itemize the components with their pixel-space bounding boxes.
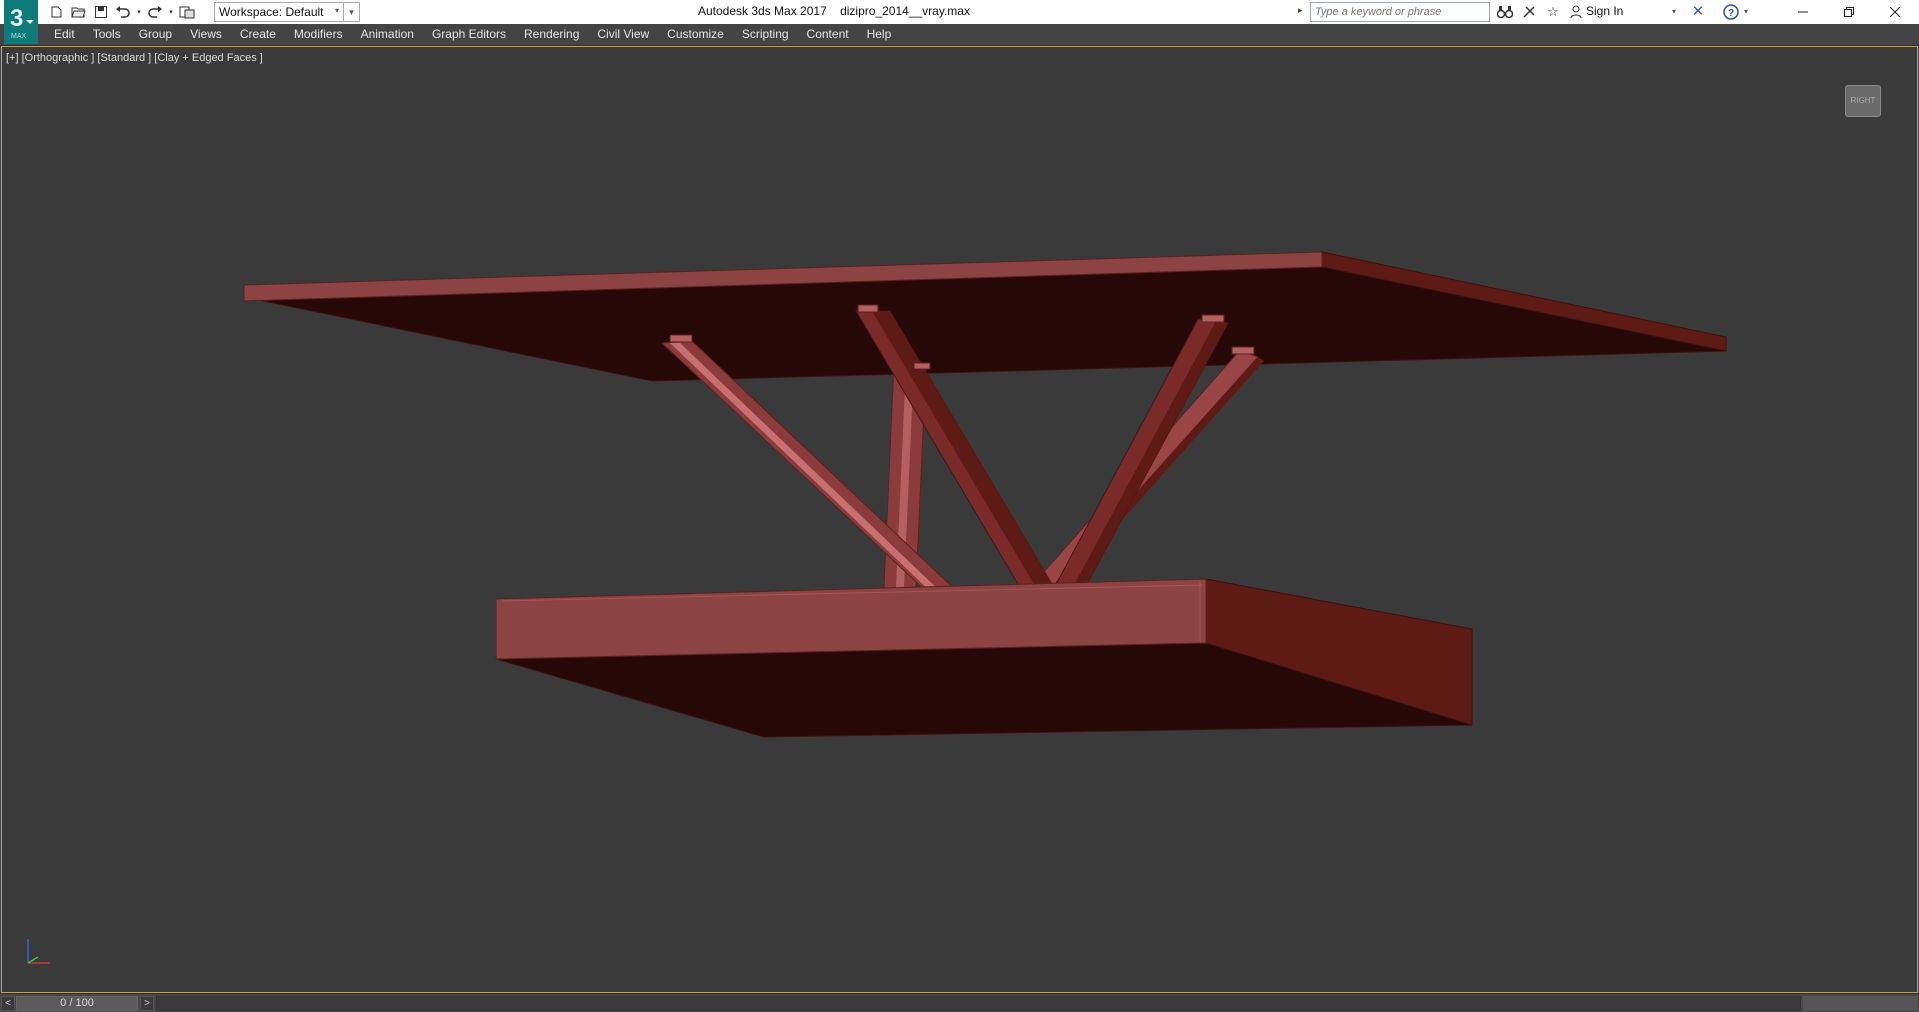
timeline-scroll-area[interactable] <box>1803 996 1918 1011</box>
table-model[interactable] <box>2 47 1919 994</box>
menu-help[interactable]: Help <box>858 24 901 45</box>
svg-text:?: ? <box>1728 8 1734 19</box>
project-folder-icon[interactable] <box>176 2 198 22</box>
workspace-label: Workspace: Default <box>219 5 324 19</box>
redo-dropdown-icon[interactable]: ▾ <box>166 2 176 22</box>
menu-graph-editors[interactable]: Graph Editors <box>423 24 515 45</box>
quick-access-toolbar: ▾ ▾ <box>46 2 198 22</box>
perspective-viewport[interactable]: [+] [Orthographic ] [Standard ] [Clay + … <box>1 46 1918 993</box>
menu-views[interactable]: Views <box>181 24 231 45</box>
minimize-icon <box>1798 11 1808 13</box>
search-expand-icon[interactable]: ▸ <box>1298 5 1303 16</box>
viewport-label-menu[interactable]: [+] [Orthographic ] [Standard ] [Clay + … <box>6 52 263 64</box>
help-dropdown-icon[interactable]: ▾ <box>1744 7 1748 16</box>
time-slider[interactable]: 0 / 100 <box>16 996 138 1011</box>
user-icon <box>1570 5 1582 18</box>
menu-scripting[interactable]: Scripting <box>733 24 798 45</box>
menu-content[interactable]: Content <box>798 24 858 45</box>
restore-button[interactable] <box>1826 0 1872 24</box>
sign-in-dropdown-icon[interactable]: ▾ <box>1672 7 1676 16</box>
viewcube[interactable]: RIGHT <box>1845 85 1881 117</box>
chevron-down-icon: ▾ <box>334 6 339 15</box>
menu-group[interactable]: Group <box>130 24 181 45</box>
window-title: Autodesk 3ds Max 2017 dizipro_2014__vray… <box>698 4 970 18</box>
menu-create[interactable]: Create <box>231 24 285 45</box>
workspace-selector[interactable]: Workspace: Default ▾ <box>214 2 344 22</box>
menu-civil-view[interactable]: Civil View <box>588 24 658 45</box>
menu-modifiers[interactable]: Modifiers <box>285 24 352 45</box>
restore-icon <box>1844 7 1854 17</box>
timeline-track[interactable] <box>156 996 1801 1011</box>
communication-center-icon[interactable] <box>1518 2 1540 22</box>
time-slider-bar: < 0 / 100 > <box>0 993 1919 1012</box>
menu-rendering[interactable]: Rendering <box>515 24 588 45</box>
menu-customize[interactable]: Customize <box>658 24 733 45</box>
app-title: Autodesk 3ds Max 2017 <box>698 4 827 18</box>
infocenter-toolbar: ☆ <box>1494 2 1564 22</box>
minimize-button[interactable] <box>1780 0 1826 24</box>
axis-tripod-icon <box>27 939 50 964</box>
open-file-icon[interactable] <box>68 2 90 22</box>
menu-edit[interactable]: Edit <box>45 24 84 45</box>
menu-tools[interactable]: Tools <box>84 24 130 45</box>
file-name: dizipro_2014__vray.max <box>840 4 970 18</box>
svg-text:3: 3 <box>10 5 23 32</box>
binoculars-icon[interactable] <box>1494 2 1516 22</box>
menu-bar: Edit Tools Group Views Create Modifiers … <box>0 24 1919 46</box>
save-icon[interactable] <box>90 2 112 22</box>
title-bar: 3 MAX ▾ ▾ Workspace: Default ▾ ▾ Autodes… <box>0 0 1919 44</box>
menu-animation[interactable]: Animation <box>352 24 423 45</box>
redo-icon[interactable] <box>144 2 166 22</box>
sign-in-button[interactable]: Sign In <box>1570 4 1623 18</box>
new-file-icon[interactable] <box>46 2 68 22</box>
previous-frame-button[interactable]: < <box>1 996 15 1011</box>
close-button[interactable] <box>1872 0 1918 24</box>
undo-dropdown-icon[interactable]: ▾ <box>134 2 144 22</box>
3ds-max-logo-icon[interactable]: 3 MAX <box>4 0 38 44</box>
undo-icon[interactable] <box>112 2 134 22</box>
sign-in-label: Sign In <box>1586 4 1624 18</box>
star-icon[interactable]: ☆ <box>1542 2 1564 22</box>
svg-text:MAX: MAX <box>11 33 27 40</box>
exchange-icon[interactable]: ✕ <box>1688 3 1708 21</box>
next-frame-button[interactable]: > <box>140 996 154 1011</box>
search-input[interactable] <box>1310 2 1490 22</box>
help-icon[interactable]: ? <box>1720 3 1742 21</box>
workspace-menu-icon[interactable]: ▾ <box>344 2 360 22</box>
close-icon <box>1890 7 1900 17</box>
